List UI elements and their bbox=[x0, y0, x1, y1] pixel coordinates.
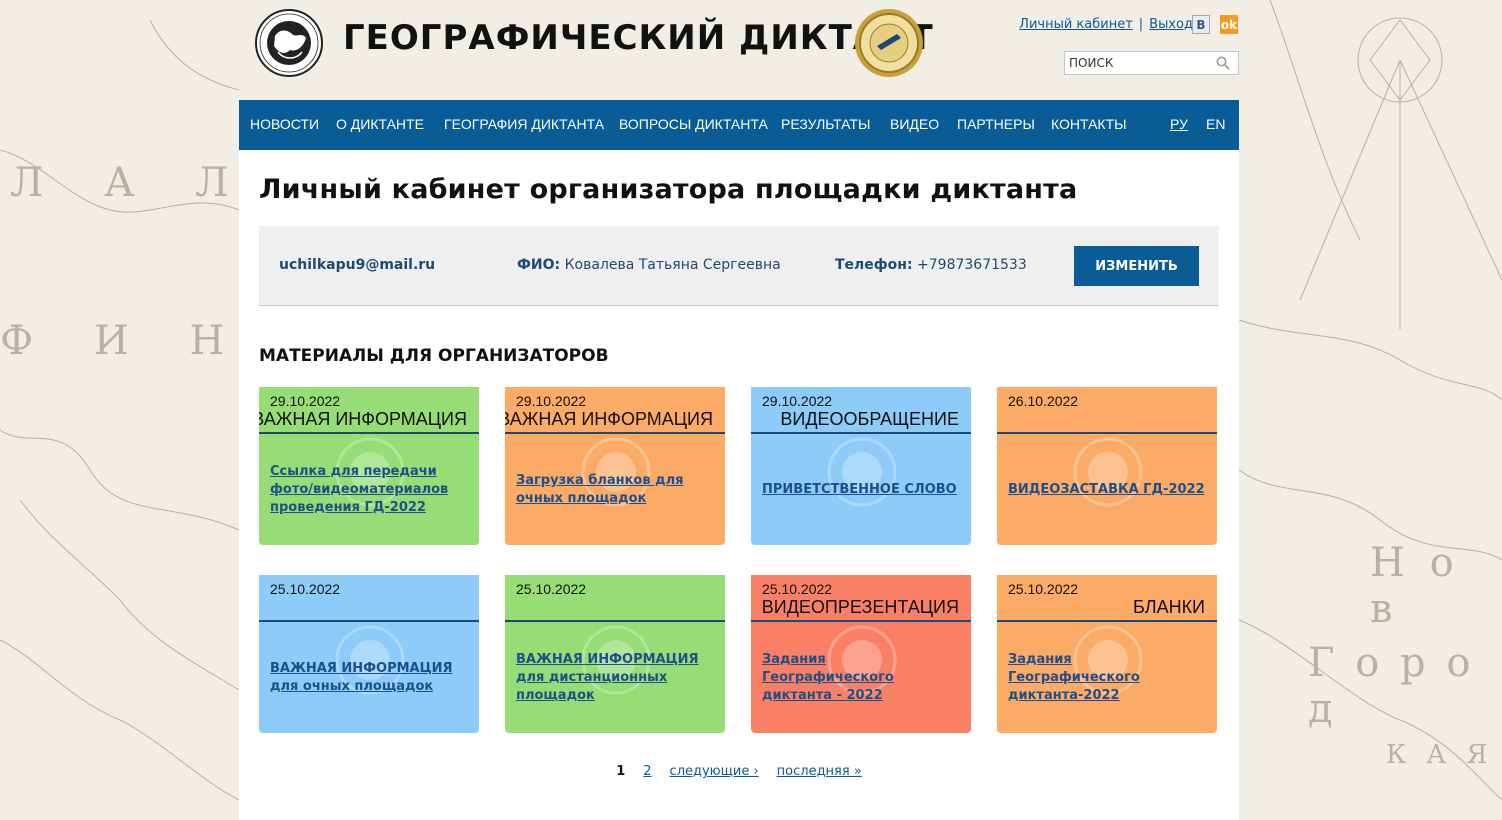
account-link[interactable]: Личный кабинет bbox=[1019, 17, 1133, 32]
card-divider bbox=[259, 620, 479, 622]
material-card: 25.10.2022 ВАЖНАЯ ИНФОРМАЦИЯ для дистанци… bbox=[505, 575, 725, 733]
page-title: Личный кабинет организатора площадки дик… bbox=[259, 174, 1078, 205]
link-separator: | bbox=[1138, 17, 1144, 32]
material-card: 29.10.2022 ВАЖНАЯ ИНФОРМАЦИЯ Ссылка для пе… bbox=[259, 387, 479, 545]
card-type: БЛАНКИ bbox=[1132, 597, 1205, 617]
user-links: Личный кабинет | Выход bbox=[1019, 17, 1193, 32]
nav-item-questions[interactable]: ВОПРОСЫ ДИКТАНТА bbox=[619, 116, 768, 132]
fio-label: ФИО: bbox=[517, 257, 561, 273]
pagination: 1 2 следующие › последняя » bbox=[239, 764, 1239, 779]
site-header: ГЕОГРАФИЧЕСКИЙ ДИКТАНТ Личный кабинет | … bbox=[239, 0, 1239, 100]
materials-section-title: МАТЕРИАЛЫ ДЛЯ ОРГАНИЗАТОРОВ bbox=[259, 346, 609, 366]
card-divider bbox=[751, 620, 971, 622]
card-date: 25.10.2022 bbox=[270, 581, 341, 597]
pager-current-page: 1 bbox=[616, 764, 626, 779]
nav-item-video[interactable]: ВИДЕО bbox=[890, 116, 939, 132]
search-icon[interactable] bbox=[1213, 53, 1233, 73]
vk-icon[interactable]: В bbox=[1192, 15, 1210, 34]
card-link[interactable]: Задания Географического диктанта - 2022 bbox=[762, 623, 961, 733]
card-link[interactable]: ВИДЕОЗАСТАВКА ГД-2022 bbox=[1008, 435, 1207, 545]
profile-fio: ФИО: Ковалева Татьяна Сергеевна bbox=[517, 257, 781, 273]
nav-item-news[interactable]: НОВОСТИ bbox=[250, 116, 319, 132]
nav-item-about[interactable]: О ДИКТАНТЕ bbox=[336, 116, 424, 132]
fio-value: Ковалева Татьяна Сергеевна bbox=[564, 257, 781, 273]
card-date: 25.10.2022 bbox=[516, 581, 587, 597]
card-date: 25.10.2022 bbox=[1008, 581, 1079, 597]
card-divider bbox=[259, 432, 479, 434]
profile-phone: Телефон: +79873671533 bbox=[835, 257, 1027, 273]
map-word-4: Г о р о д bbox=[1308, 640, 1475, 732]
card-link[interactable]: ВАЖНАЯ ИНФОРМАЦИЯ для дистанционных площ… bbox=[516, 623, 715, 733]
card-type: ВАЖНАЯ ИНФОРМАЦИЯ bbox=[259, 409, 467, 429]
main-nav: НОВОСТИ О ДИКТАНТЕ ГЕОГРАФИЯ ДИКТАНТА ВО… bbox=[239, 100, 1239, 150]
card-link[interactable]: Ссылка для передачи фото/видеоматериалов… bbox=[270, 435, 469, 545]
search-input[interactable] bbox=[1065, 53, 1213, 73]
organizer-profile: uchilkapu9@mail.ru ФИО: Ковалева Татьяна… bbox=[259, 226, 1219, 306]
main-content: Личный кабинет организатора площадки дик… bbox=[239, 150, 1239, 820]
profile-email: uchilkapu9@mail.ru bbox=[279, 257, 436, 273]
odnoklassniki-icon[interactable]: ok bbox=[1220, 15, 1238, 34]
material-card: 25.10.2022 ВАЖНАЯ ИНФОРМАЦИЯ для очных пл… bbox=[259, 575, 479, 733]
dictation-seal bbox=[855, 9, 923, 77]
card-type: ВИДЕООБРАЩЕНИЕ bbox=[780, 409, 959, 429]
material-card: 26.10.2022 ВИДЕОЗАСТАВКА ГД-2022 bbox=[997, 387, 1217, 545]
phone-label: Телефон: bbox=[835, 257, 913, 273]
map-word-3: Н о в bbox=[1370, 540, 1460, 632]
search-box bbox=[1064, 51, 1239, 75]
card-date: 29.10.2022 bbox=[270, 393, 341, 409]
site-title[interactable]: ГЕОГРАФИЧЕСКИЙ ДИКТАНТ bbox=[343, 18, 934, 58]
material-card: 29.10.2022 ВИДЕООБРАЩЕНИЕ ПРИВЕТСТВЕННОЕ С… bbox=[751, 387, 971, 545]
logout-link[interactable]: Выход bbox=[1149, 17, 1193, 32]
pager-last-link[interactable]: последняя » bbox=[777, 764, 862, 779]
card-date: 29.10.2022 bbox=[762, 393, 833, 409]
card-link[interactable]: Загрузка бланков для очных площадок bbox=[516, 435, 715, 545]
phone-value: +79873671533 bbox=[917, 257, 1027, 273]
card-link[interactable]: Задания Географического диктанта-2022 bbox=[1008, 623, 1207, 733]
card-divider bbox=[997, 432, 1217, 434]
nav-item-geography[interactable]: ГЕОГРАФИЯ ДИКТАНТА bbox=[444, 116, 604, 132]
card-type: ВИДЕОПРЕЗЕНТАЦИЯ bbox=[761, 597, 959, 617]
card-type: ВАЖНАЯ ИНФОРМАЦИЯ bbox=[505, 409, 713, 429]
nav-item-partners[interactable]: ПАРТНЕРЫ bbox=[957, 116, 1035, 132]
nav-item-results[interactable]: РЕЗУЛЬТАТЫ bbox=[781, 116, 870, 132]
card-divider bbox=[751, 432, 971, 434]
pager-next-link[interactable]: следующие › bbox=[670, 764, 759, 779]
lang-ru-link[interactable]: РУ bbox=[1170, 116, 1188, 132]
nav-item-contacts[interactable]: КОНТАКТЫ bbox=[1051, 116, 1127, 132]
material-card: 25.10.2022 ВИДЕОПРЕЗЕНТАЦИЯ Задания Геогра… bbox=[751, 575, 971, 733]
pager-page-2[interactable]: 2 bbox=[643, 764, 651, 779]
card-divider bbox=[997, 620, 1217, 622]
card-date: 25.10.2022 bbox=[762, 581, 833, 597]
material-card: 29.10.2022 ВАЖНАЯ ИНФОРМАЦИЯ Загрузка блан… bbox=[505, 387, 725, 545]
card-divider bbox=[505, 620, 725, 622]
card-link[interactable]: ПРИВЕТСТВЕННОЕ СЛОВО bbox=[762, 435, 961, 545]
card-link[interactable]: ВАЖНАЯ ИНФОРМАЦИЯ для очных площадок bbox=[270, 623, 469, 733]
card-date: 26.10.2022 bbox=[1008, 393, 1079, 409]
material-card: 25.10.2022 БЛАНКИ Задания Географического … bbox=[997, 575, 1217, 733]
card-divider bbox=[505, 432, 725, 434]
card-date: 29.10.2022 bbox=[516, 393, 587, 409]
lang-en-link[interactable]: EN bbox=[1206, 116, 1225, 132]
edit-profile-button[interactable]: ИЗМЕНИТЬ bbox=[1074, 246, 1199, 286]
rgo-logo[interactable] bbox=[248, 8, 330, 78]
map-word-5: К А Я bbox=[1386, 740, 1494, 770]
